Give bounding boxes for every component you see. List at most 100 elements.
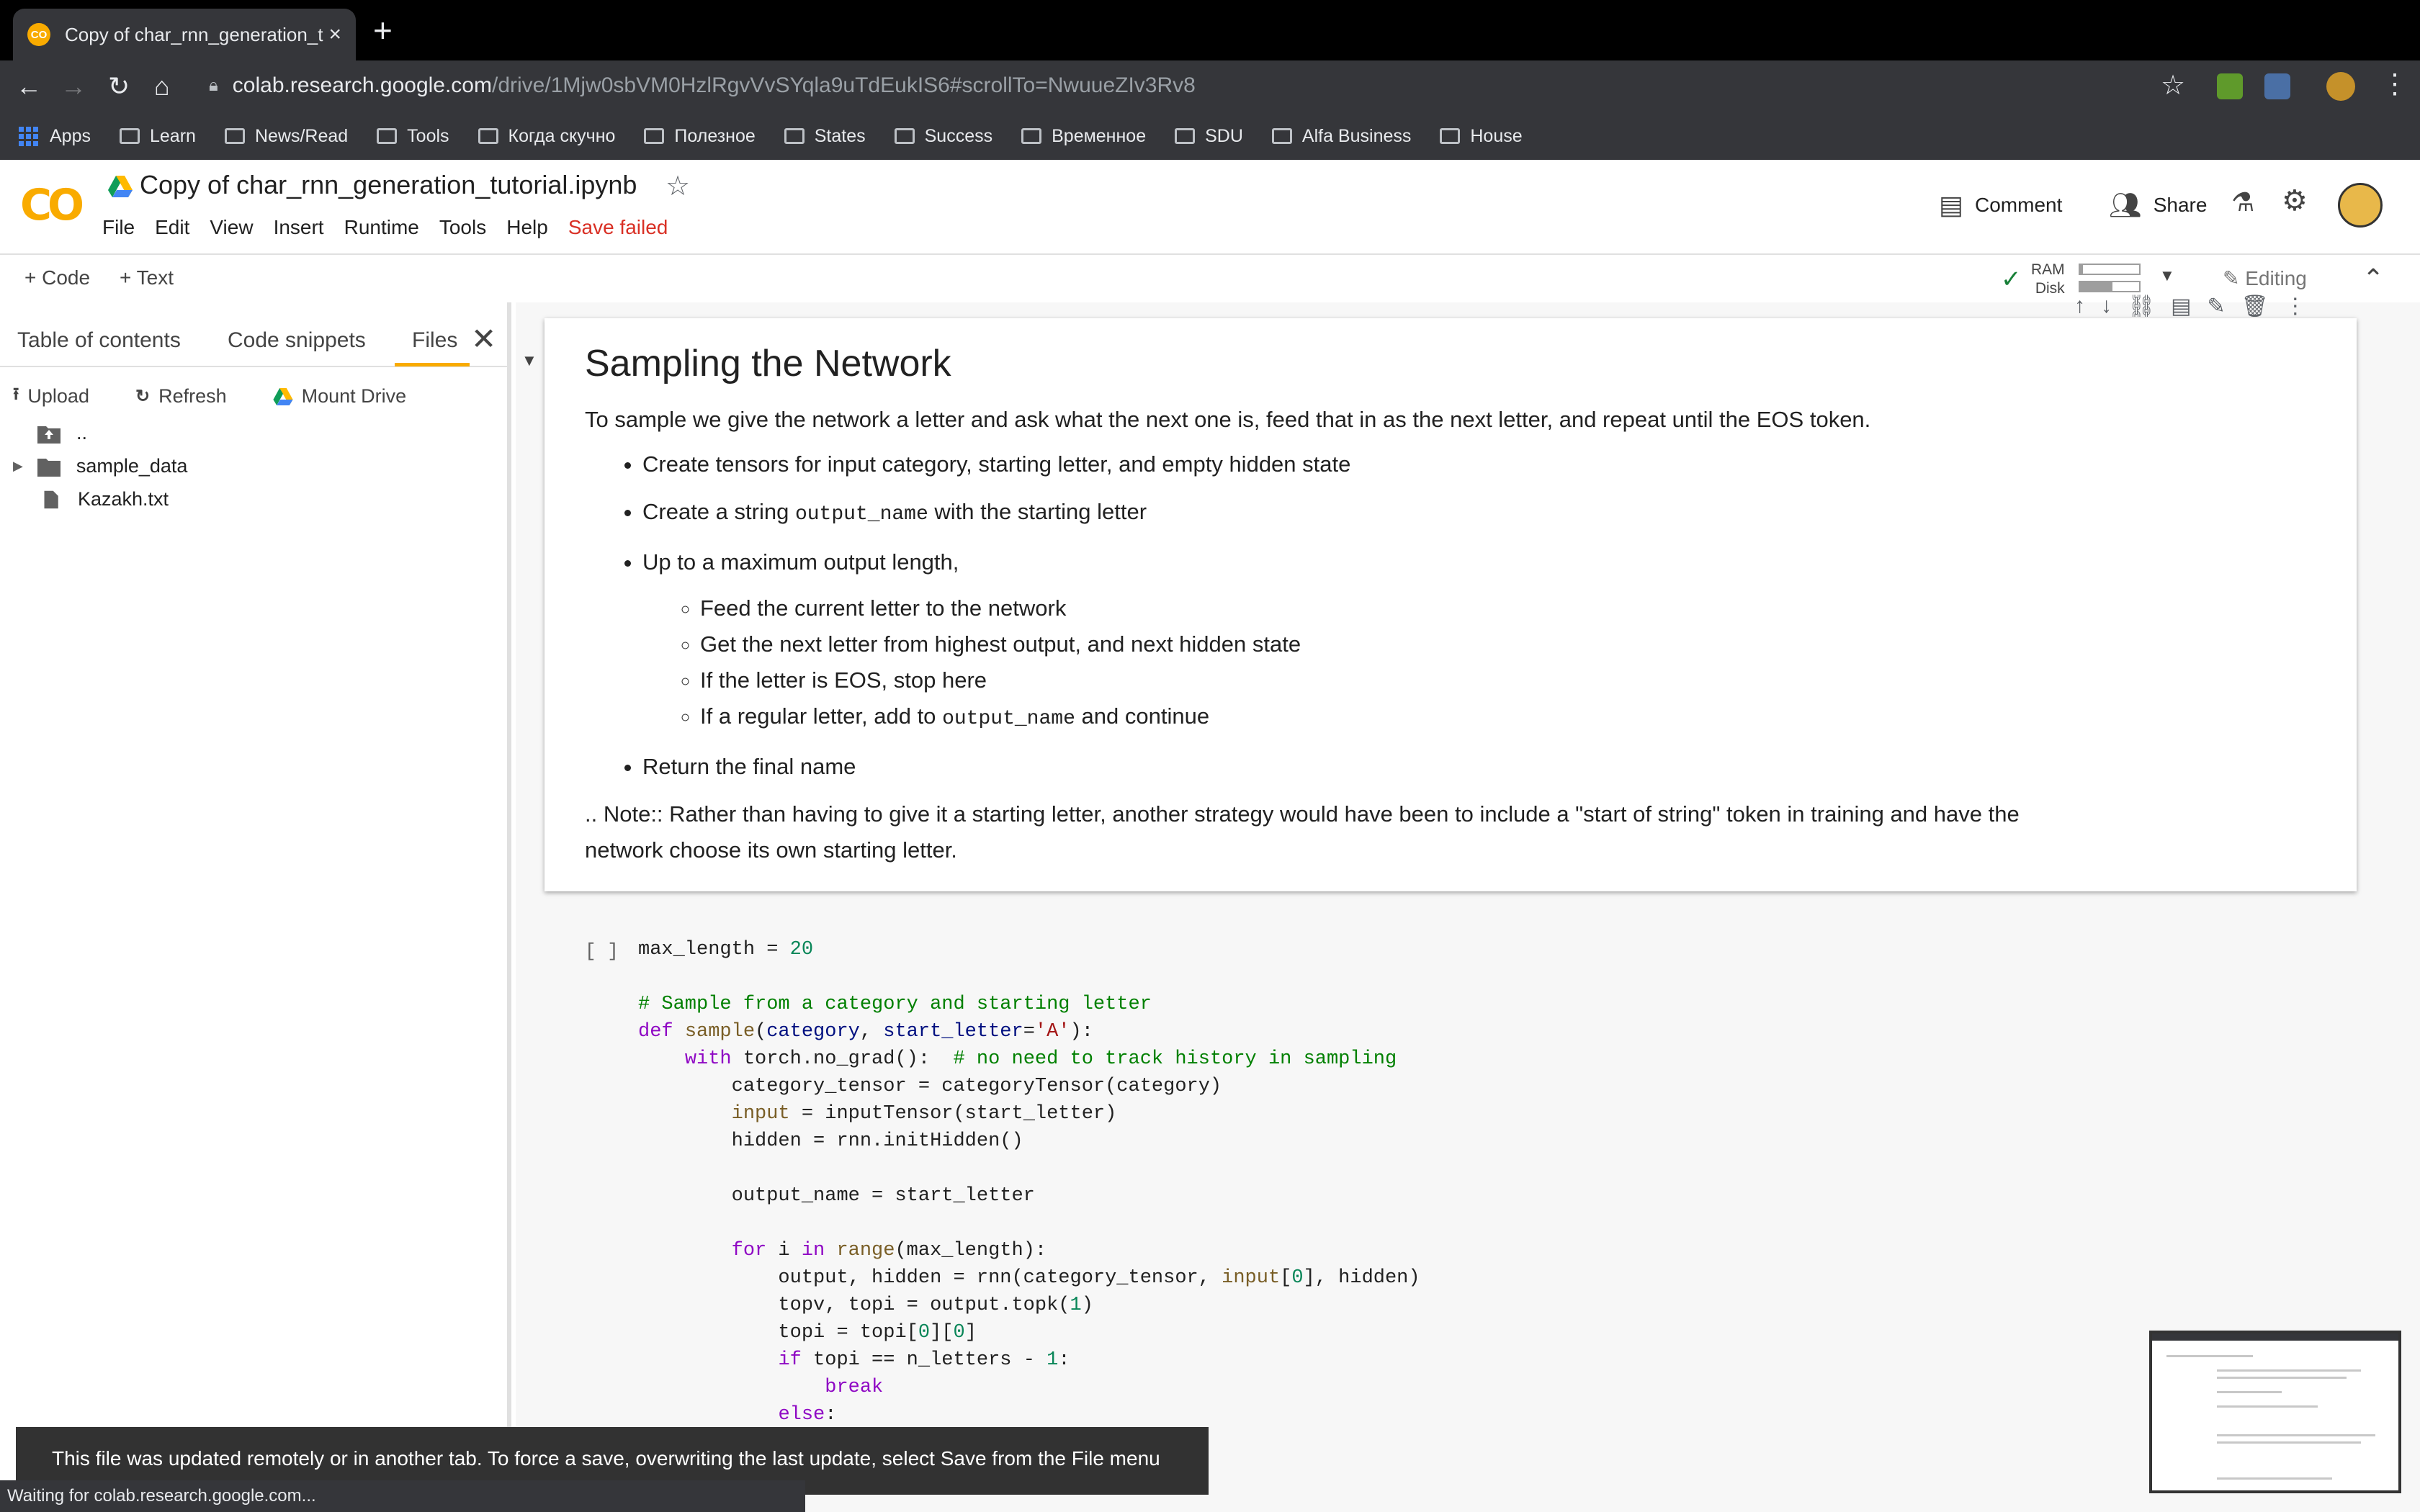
text-cell[interactable]: Sampling the Network To sample we give t… [544,318,2357,891]
upload-icon: ⭱ [13,384,19,404]
bookmark-apps[interactable]: Apps [19,126,91,147]
link-icon[interactable]: ⛓︎ [2128,294,2155,319]
user-avatar[interactable] [2338,183,2383,228]
mount-drive-button[interactable]: Mount Drive [273,382,430,411]
folder-icon [37,458,60,477]
chevron-down-icon[interactable]: ▼ [2159,266,2175,285]
collapse-header-icon[interactable]: ⌃ [2362,264,2384,294]
move-down-icon[interactable]: ↓ [2101,294,2112,319]
url-path: /drive/1Mjw0sbVM0HzlRgvVvSYqla9uTdEukIS6… [492,73,1196,97]
menu-help[interactable]: Help [506,216,548,239]
more-options-icon[interactable]: ⋮ [2285,294,2306,319]
notebook-toolbar: + Code + Text ✓ RAM Disk ▼ ✎ Editing ⌃ [0,253,2420,302]
resource-meters[interactable] [2079,264,2141,298]
menu-insert[interactable]: Insert [274,216,324,239]
home-icon[interactable]: ⌂ [154,71,170,102]
browser-menu-icon[interactable]: ⋮ [2381,68,2408,100]
bookmark-folder[interactable]: Alfa Business [1271,126,1411,147]
code-editor[interactable]: max_length = 20 # Sample from a category… [638,936,1420,1456]
file-row-parent[interactable]: .. [37,422,87,444]
add-code-button[interactable]: + Code [24,266,90,289]
folder-icon [1271,128,1292,144]
collapse-section-icon[interactable]: ▼ [521,351,537,370]
new-tab-icon[interactable]: + [373,14,393,47]
notebook-title[interactable]: Copy of char_rnn_generation_tutorial.ipy… [140,170,637,200]
markdown-content: Sampling the Network To sample we give t… [585,340,2025,877]
google-drive-icon [273,387,293,405]
menu-file[interactable]: File [102,216,135,239]
browser-status-bar: Waiting for colab.research.google.com... [0,1480,805,1512]
file-row-file[interactable]: Kazakh.txt [42,488,169,510]
save-status[interactable]: Save failed [568,216,668,239]
refresh-button[interactable]: ↻ Refresh [135,382,250,411]
share-button[interactable]: 👥︎ Share [2109,190,2207,220]
close-icon[interactable]: ✕ [471,321,496,356]
files-sidebar: Table of contents Code snippets Files ✕ … [0,302,511,1512]
move-up-icon[interactable]: ↑ [2074,294,2085,319]
address-bar-row: ← → ↻ ⌂ 🔒︎ colab.research.google.com/dri… [0,60,2420,112]
reload-icon[interactable]: ↻ [108,71,130,102]
bookmark-folder[interactable]: SDU [1175,126,1243,147]
colab-logo[interactable]: CO [20,180,84,230]
folder-icon [224,128,245,144]
list-item: Return the final name [642,749,2025,785]
bookmark-folder[interactable]: Полезное [644,126,756,147]
tab-table-of-contents[interactable]: Table of contents [17,328,181,353]
file-row-folder[interactable]: ▶ sample_data [13,455,187,477]
menu-runtime[interactable]: Runtime [344,216,419,239]
delete-icon[interactable]: 🗑︎ [2241,294,2269,319]
comment-button[interactable]: ▤ Comment [1939,190,2062,220]
bookmark-folder[interactable]: Когда скучно [478,126,615,147]
forward-arrow-icon[interactable]: → [60,71,86,102]
menu-edit[interactable]: Edit [155,216,189,239]
bookmark-star-icon[interactable]: ☆ [2161,69,2185,102]
analytics-extension-icon[interactable] [2264,73,2290,99]
bookmark-folder[interactable]: States [784,126,866,147]
browser-tab[interactable]: CO Copy of char_rnn_generation_tutorial.… [13,9,356,60]
folder-icon [894,128,915,144]
tab-files[interactable]: Files [412,328,457,353]
bookmark-folder[interactable]: Tools [377,126,449,147]
folder-icon [1175,128,1196,144]
bookmark-folder[interactable]: Success [894,126,992,147]
url-field[interactable]: 🔒︎ colab.research.google.com/drive/1Mjw0… [209,73,1196,98]
connected-check-icon: ✓ [2001,266,2022,293]
list-item: Create tensors for input category, start… [642,446,2025,482]
sidebar-tabs: Table of contents Code snippets Files ✕ [0,302,507,367]
disk-meter [2079,281,2141,292]
menu-bar: File Edit View Insert Runtime Tools Help… [102,216,688,239]
tab-close-icon[interactable]: × [328,22,341,47]
refresh-icon: ↻ [135,387,151,406]
expand-arrow-icon[interactable]: ▶ [13,459,23,474]
menu-tools[interactable]: Tools [439,216,486,239]
add-text-button[interactable]: + Text [120,266,174,289]
page-thumbnail-preview [2149,1331,2401,1493]
folder-icon [1021,128,1042,144]
bookmark-folder[interactable]: News/Read [224,126,348,147]
edit-pencil-icon[interactable]: ✎ [2207,294,2225,319]
star-notebook-icon[interactable]: ☆ [666,170,690,202]
apps-grid-icon [19,126,38,146]
run-cell-button[interactable]: [ ] [585,940,619,962]
flask-icon[interactable]: ⚗︎ [2231,187,2254,217]
list-item: Feed the current letter to the network [700,590,2025,626]
code-cell[interactable]: [ ] max_length = 20 # Sample from a cate… [544,909,2357,1512]
google-drive-icon [108,176,133,197]
editing-mode-button[interactable]: ✎ Editing [2223,266,2307,290]
list-item: If the letter is EOS, stop here [700,662,2025,698]
folder-icon [1440,128,1461,144]
menu-view[interactable]: View [210,216,253,239]
browser-profile-avatar[interactable] [2326,72,2355,101]
bookmark-folder[interactable]: Временное [1021,126,1146,147]
gear-icon[interactable]: ⚙︎ [2282,184,2308,217]
folder-icon [784,128,805,144]
comment-icon[interactable]: ▤ [2171,294,2191,319]
back-arrow-icon[interactable]: ← [16,71,42,102]
bookmark-folder[interactable]: Learn [119,126,196,147]
folder-icon [644,128,665,144]
list-item: If a regular letter, add to output_name … [700,698,2025,737]
tab-code-snippets[interactable]: Code snippets [228,328,366,353]
download-extension-icon[interactable] [2217,73,2243,99]
bookmark-folder[interactable]: House [1440,126,1523,147]
upload-button[interactable]: ⭱ Upload [13,382,112,411]
